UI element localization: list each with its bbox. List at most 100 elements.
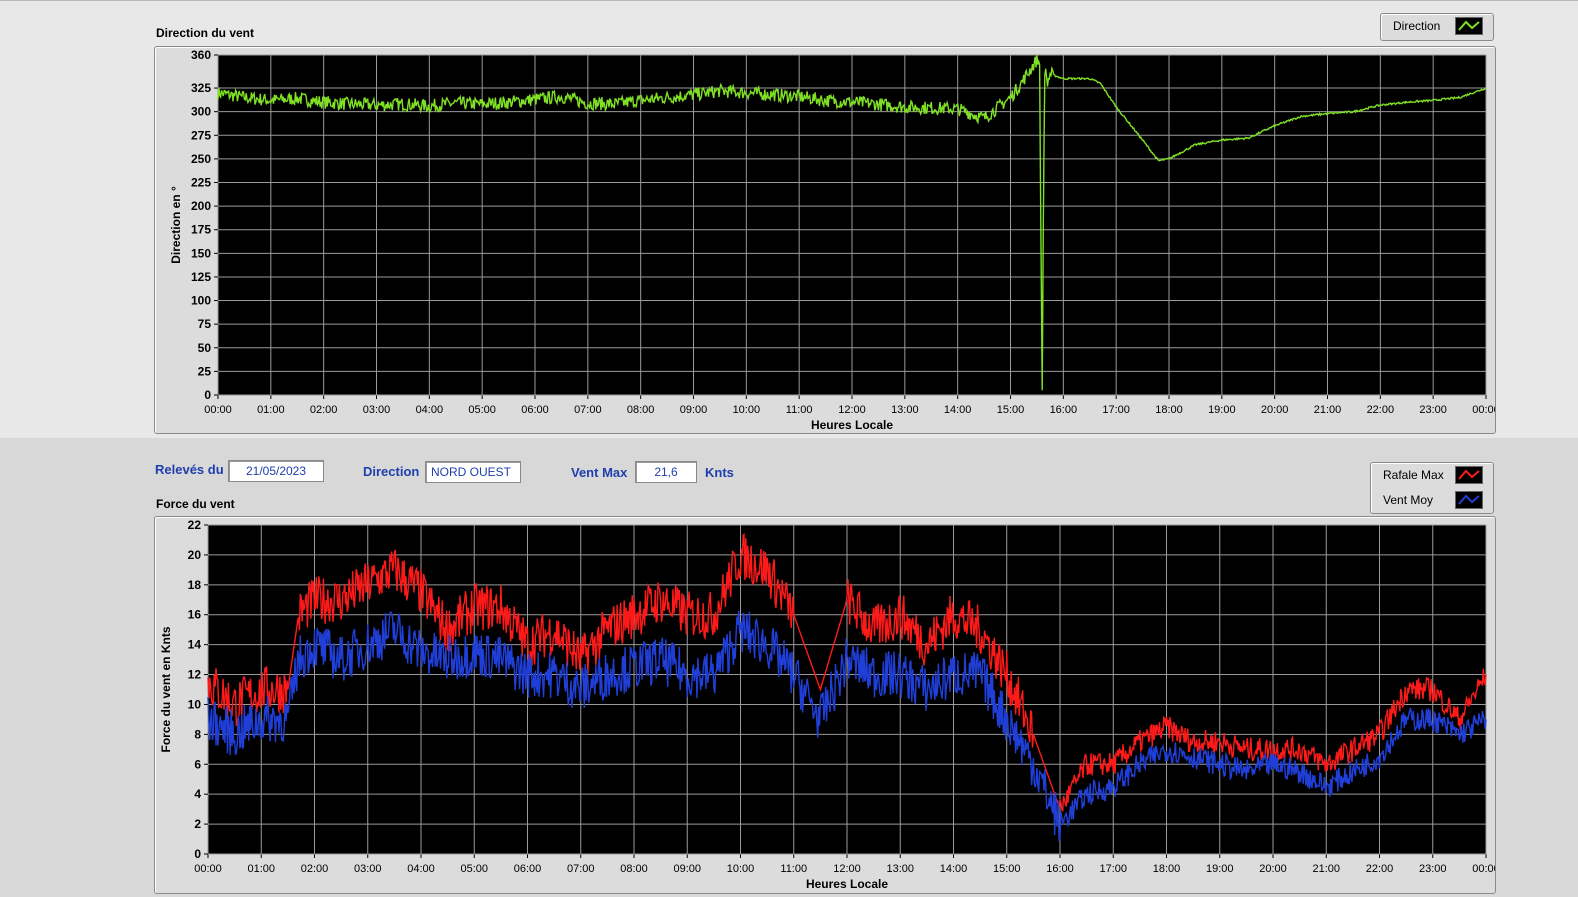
x-tick-label: 07:00 [567, 863, 595, 875]
x-tick-label: 02:00 [310, 404, 338, 416]
y-axis-title: Force du vent en Knts [159, 626, 173, 752]
legend-label-direction: Direction [1393, 19, 1441, 33]
x-tick-label: 11:00 [780, 863, 807, 875]
y-tick-label: 16 [188, 608, 202, 622]
x-tick-label: 18:00 [1153, 863, 1181, 875]
x-tick-label: 16:00 [1050, 404, 1078, 416]
direction-field[interactable]: NORD OUEST [425, 461, 521, 483]
x-tick-label: 06:00 [514, 863, 542, 875]
x-tick-label: 01:00 [247, 863, 275, 875]
y-tick-label: 25 [198, 364, 212, 378]
x-tick-label: 09:00 [680, 404, 708, 416]
force-chart: 00:00 01:00 02:00 03:00 04:00 05:00 06:00 07:00… [159, 518, 1495, 891]
x-tick-label: 09:00 [673, 863, 701, 875]
x-tick-label: 19:00 [1206, 863, 1234, 875]
direction-legend: Direction [1380, 13, 1494, 41]
direction-chart: 00:00 01:00 02:00 03:00 04:00 05:00 06:00 07:00… [169, 48, 1495, 432]
date-label: Relevés du [155, 462, 224, 477]
x-tick-label: 00:00 [1472, 404, 1495, 416]
x-tick-label: 06:00 [521, 404, 549, 416]
x-tick-label: 21:00 [1312, 863, 1340, 875]
x-tick-label: 12:00 [838, 404, 866, 416]
x-tick-label: 15:00 [993, 863, 1021, 875]
x-tick-label: 20:00 [1259, 863, 1287, 875]
x-tick-label: 15:00 [997, 404, 1025, 416]
direction-chart-title: Direction du vent [156, 26, 255, 40]
y-tick-label: 14 [188, 638, 202, 652]
force-chart-title: Force du vent [156, 497, 235, 511]
y-tick-label: 125 [191, 270, 211, 284]
x-tick-label: 22:00 [1367, 404, 1395, 416]
x-axis-title: Heures Locale [811, 418, 893, 432]
direction-chart-panel: 00:00 01:00 02:00 03:00 04:00 05:00 06:00 07:00… [154, 46, 1496, 434]
date-field[interactable]: 21/05/2023 [228, 460, 324, 482]
x-tick-label: 16:00 [1046, 863, 1074, 875]
x-tick-label: 13:00 [891, 404, 919, 416]
x-tick-label: 11:00 [786, 404, 813, 416]
y-tick-label: 250 [191, 152, 211, 166]
x-tick-label: 12:00 [833, 863, 861, 875]
x-tick-label: 00:00 [194, 863, 222, 875]
y-tick-label: 2 [194, 817, 201, 831]
x-tick-label: 00:00 [1472, 863, 1495, 875]
y-tick-label: 0 [194, 847, 201, 861]
y-tick-label: 325 [191, 81, 211, 95]
y-tick-label: 225 [191, 176, 211, 190]
legend-item-ventmoy[interactable]: Vent Moy [1371, 488, 1493, 512]
x-axis-title: Heures Locale [806, 877, 888, 891]
ventmax-field[interactable]: 21,6 [635, 461, 697, 483]
line-swatch-icon [1455, 466, 1483, 484]
x-tick-label: 00:00 [204, 404, 232, 416]
force-chart-panel: 00:00 01:00 02:00 03:00 04:00 05:00 06:00 07:00… [154, 516, 1496, 894]
line-swatch-icon [1455, 17, 1483, 35]
x-tick-label: 04:00 [416, 404, 444, 416]
x-tick-label: 23:00 [1419, 863, 1447, 875]
y-tick-label: 75 [198, 317, 212, 331]
unit-label: Knts [705, 465, 734, 480]
legend-item-rafale[interactable]: Rafale Max [1371, 463, 1493, 487]
y-tick-label: 6 [194, 757, 201, 771]
y-tick-label: 10 [188, 697, 202, 711]
ventmax-label: Vent Max [571, 465, 628, 480]
x-tick-label: 19:00 [1208, 404, 1236, 416]
y-tick-label: 0 [204, 388, 211, 402]
x-tick-label: 05:00 [460, 863, 488, 875]
force-legend: Rafale Max Vent Moy [1370, 462, 1494, 514]
legend-label-ventmoy: Vent Moy [1383, 493, 1434, 507]
y-tick-label: 150 [191, 246, 211, 260]
x-tick-label: 08:00 [627, 404, 655, 416]
x-tick-label: 03:00 [354, 863, 382, 875]
x-tick-label: 14:00 [940, 863, 968, 875]
x-tick-label: 10:00 [727, 863, 755, 875]
x-tick-label: 07:00 [574, 404, 602, 416]
line-swatch-icon [1455, 491, 1483, 509]
y-tick-label: 360 [191, 48, 211, 62]
x-tick-label: 23:00 [1419, 404, 1447, 416]
y-tick-label: 20 [188, 548, 202, 562]
x-tick-label: 22:00 [1366, 863, 1394, 875]
y-tick-label: 100 [191, 294, 211, 308]
x-tick-label: 04:00 [407, 863, 435, 875]
y-tick-label: 275 [191, 128, 211, 142]
x-tick-label: 21:00 [1314, 404, 1342, 416]
x-tick-label: 02:00 [301, 863, 329, 875]
y-tick-label: 175 [191, 223, 211, 237]
x-tick-label: 03:00 [363, 404, 391, 416]
y-tick-label: 22 [188, 518, 202, 532]
x-tick-label: 05:00 [468, 404, 496, 416]
x-tick-label: 14:00 [944, 404, 972, 416]
y-tick-label: 4 [194, 787, 201, 801]
legend-item-direction[interactable]: Direction [1381, 14, 1493, 38]
x-tick-label: 17:00 [1099, 863, 1127, 875]
x-tick-label: 18:00 [1155, 404, 1183, 416]
y-tick-label: 50 [198, 341, 212, 355]
x-tick-label: 13:00 [886, 863, 914, 875]
y-tick-label: 18 [188, 578, 202, 592]
y-axis-title: Direction en ° [169, 186, 183, 264]
y-tick-label: 200 [191, 199, 211, 213]
y-tick-label: 12 [188, 668, 202, 682]
x-tick-label: 01:00 [257, 404, 285, 416]
y-tick-label: 300 [191, 105, 211, 119]
x-tick-label: 10:00 [733, 404, 761, 416]
legend-label-rafale: Rafale Max [1383, 468, 1444, 482]
